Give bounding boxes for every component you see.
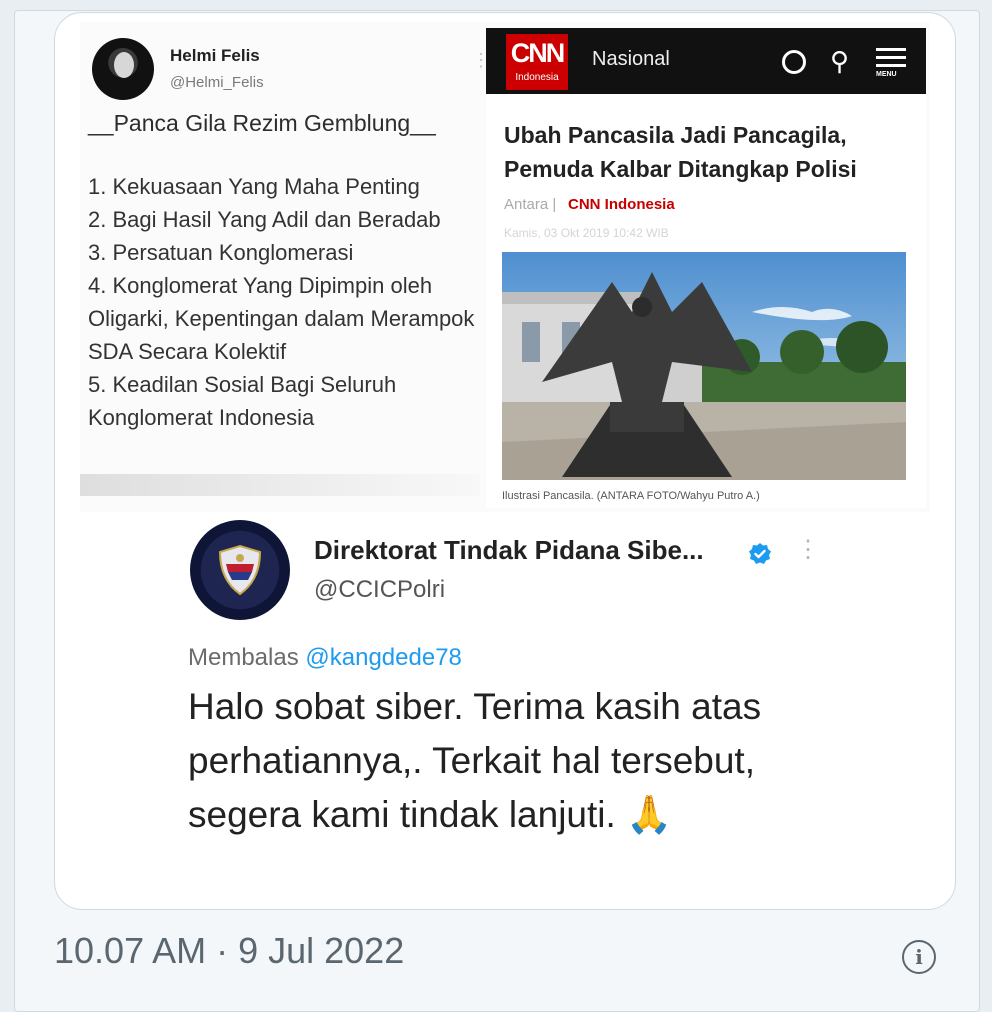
cnn-source-prefix: Antara | <box>504 196 557 213</box>
panca-list: 1. Kekuasaan Yang Maha Penting 2. Bagi H… <box>88 170 478 434</box>
info-icon[interactable]: i <box>902 940 936 974</box>
tweet-title: __Panca Gila Rezim Gemblung__ <box>88 110 436 136</box>
helmi-name: Helmi Felis <box>170 46 260 65</box>
cnn-logo-sub: Indonesia <box>515 72 559 83</box>
cnn-date: Kamis, 03 Okt 2019 10:42 WIB <box>504 226 669 240</box>
helmi-handle: @Helmi_Felis <box>170 74 264 91</box>
cnn-section: Nasional <box>592 48 670 70</box>
menu-label: MENU <box>876 71 897 78</box>
cnn-logo-text: CNN <box>510 38 566 68</box>
screenshot-tweet: Helmi Felis @Helmi_Felis ⋮ __Panca Gila … <box>80 22 490 497</box>
list-item: 3. Persatuan Konglomerasi <box>88 240 354 265</box>
search-icon: ⚲ <box>830 46 850 76</box>
tweet-text: Halo sobat siber. Terima kasih atas perh… <box>188 686 762 835</box>
tweet-timestamp[interactable]: 10.07 AM · 9 Jul 2022 <box>54 930 404 972</box>
reply-mention-link[interactable]: @kangdede78 <box>305 644 462 671</box>
author-name[interactable]: Direktorat Tindak Pidana Sibe... <box>314 535 704 566</box>
list-item: 1. Kekuasaan Yang Maha Penting <box>88 174 420 199</box>
reply-prefix: Membalas <box>188 644 299 671</box>
garuda-photo <box>502 252 906 480</box>
list-item: 4. Konglomerat Yang Dipimpin oleh Oligar… <box>88 273 475 364</box>
helmi-avatar <box>92 38 154 100</box>
list-item: 2. Bagi Hasil Yang Adil dan Beradab <box>88 207 441 232</box>
list-item: 5. Keadilan Sosial Bagi Seluruh Konglome… <box>88 372 397 430</box>
user-icon <box>782 50 806 74</box>
cnn-source: CNN Indonesia <box>568 196 675 213</box>
menu-icon: MENU <box>876 48 906 78</box>
embedded-image[interactable]: Helmi Felis @Helmi_Felis ⋮ __Panca Gila … <box>80 22 930 512</box>
author-handle[interactable]: @CCICPolri <box>314 576 445 604</box>
cnn-logo: CNN Indonesia <box>506 34 568 90</box>
cnn-article: CNN Indonesia Nasional ⚲ MENU Ubah Panca… <box>486 28 926 508</box>
verified-badge-icon <box>748 542 772 566</box>
cnn-caption: Ilustrasi Pancasila. (ANTARA FOTO/Wahyu … <box>502 490 760 502</box>
cnn-header: CNN Indonesia Nasional ⚲ MENU <box>486 28 926 94</box>
cnn-headline: Ubah Pancasila Jadi Pancagila, Pemuda Ka… <box>504 122 857 182</box>
police-avatar[interactable] <box>190 520 290 620</box>
blurred-strip <box>80 474 480 496</box>
more-icon[interactable]: ⋮ <box>796 538 820 562</box>
replying-to: Membalas @kangdede78 <box>188 644 462 672</box>
